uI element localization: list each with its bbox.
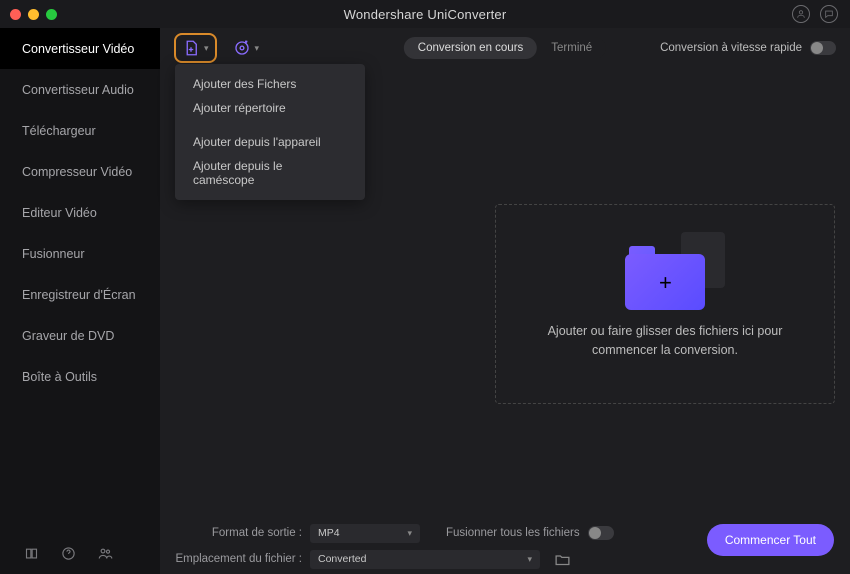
chevron-down-icon: ▾ bbox=[204, 43, 209, 54]
sidebar-item-video-compressor[interactable]: Compresseur Vidéo bbox=[0, 151, 160, 192]
sidebar: Convertisseur Vidéo Convertisseur Audio … bbox=[0, 28, 160, 574]
output-format-label: Format de sortie : bbox=[174, 527, 302, 539]
minimize-window[interactable] bbox=[28, 9, 39, 20]
output-format-select[interactable]: MP4 ▾ bbox=[310, 524, 420, 543]
sidebar-footer bbox=[0, 532, 160, 574]
sidebar-label: Graveur de DVD bbox=[22, 329, 114, 343]
start-all-button[interactable]: Commencer Tout bbox=[707, 524, 834, 556]
add-file-dropdown: Ajouter des Fichers Ajouter répertoire A… bbox=[175, 64, 365, 200]
app-title: Wondershare UniConverter bbox=[344, 7, 507, 22]
merge-label: Fusionner tous les fichiers bbox=[446, 527, 580, 539]
chevron-down-icon: ▾ bbox=[255, 43, 260, 54]
chevron-down-icon: ▾ bbox=[407, 528, 412, 539]
high-speed-toggle[interactable] bbox=[810, 41, 836, 55]
output-location-label: Emplacement du fichier : bbox=[174, 553, 302, 565]
sidebar-item-audio-converter[interactable]: Convertisseur Audio bbox=[0, 69, 160, 110]
titlebar: Wondershare UniConverter bbox=[0, 0, 850, 28]
dropdown-item-from-camcorder[interactable]: Ajouter depuis le caméscope bbox=[175, 154, 365, 192]
disc-add-icon bbox=[233, 39, 251, 57]
close-window[interactable] bbox=[10, 9, 21, 20]
sidebar-label: Téléchargeur bbox=[22, 124, 96, 138]
account-icon[interactable] bbox=[792, 5, 810, 23]
output-location-select[interactable]: Converted ▾ bbox=[310, 550, 540, 569]
book-icon[interactable] bbox=[24, 546, 39, 561]
sidebar-label: Convertisseur Audio bbox=[22, 83, 134, 97]
sidebar-label: Fusionneur bbox=[22, 247, 85, 261]
dropzone[interactable]: + Ajouter ou faire glisser des fichiers … bbox=[495, 204, 835, 404]
open-folder-icon[interactable] bbox=[554, 551, 571, 568]
sidebar-item-video-editor[interactable]: Editeur Vidéo bbox=[0, 192, 160, 233]
file-add-icon bbox=[182, 39, 200, 57]
sidebar-item-downloader[interactable]: Téléchargeur bbox=[0, 110, 160, 151]
high-speed-row: Conversion à vitesse rapide bbox=[660, 41, 836, 55]
sidebar-label: Convertisseur Vidéo bbox=[22, 42, 134, 56]
sidebar-label: Boîte à Outils bbox=[22, 370, 97, 384]
add-file-button[interactable]: ▾ bbox=[174, 33, 217, 63]
help-icon[interactable] bbox=[61, 546, 76, 561]
maximize-window[interactable] bbox=[46, 9, 57, 20]
merge-row: Fusionner tous les fichiers bbox=[446, 526, 614, 540]
tab-converting[interactable]: Conversion en cours bbox=[404, 37, 537, 59]
dropdown-item-add-folder[interactable]: Ajouter répertoire bbox=[175, 96, 365, 120]
sidebar-label: Editeur Vidéo bbox=[22, 206, 97, 220]
window-controls bbox=[10, 9, 57, 20]
sidebar-item-merger[interactable]: Fusionneur bbox=[0, 233, 160, 274]
plus-icon: + bbox=[659, 270, 672, 296]
sidebar-item-dvd-burner[interactable]: Graveur de DVD bbox=[0, 315, 160, 356]
output-location-value: Converted bbox=[318, 553, 366, 565]
high-speed-label: Conversion à vitesse rapide bbox=[660, 42, 802, 54]
sidebar-item-screen-recorder[interactable]: Enregistreur d'Écran bbox=[0, 274, 160, 315]
output-format-value: MP4 bbox=[318, 527, 340, 539]
add-disc-button[interactable]: ▾ bbox=[227, 35, 266, 61]
folder-icon: + bbox=[625, 248, 705, 308]
bottombar: Format de sortie : MP4 ▾ Fusionner tous … bbox=[160, 512, 850, 574]
merge-toggle[interactable] bbox=[588, 526, 614, 540]
chevron-down-icon: ▾ bbox=[527, 554, 532, 565]
sidebar-label: Enregistreur d'Écran bbox=[22, 288, 136, 302]
dropdown-item-add-files[interactable]: Ajouter des Fichers bbox=[175, 72, 365, 96]
dropdown-item-from-device[interactable]: Ajouter depuis l'appareil bbox=[175, 130, 365, 154]
chat-icon[interactable] bbox=[820, 5, 838, 23]
sidebar-label: Compresseur Vidéo bbox=[22, 165, 132, 179]
sidebar-item-toolbox[interactable]: Boîte à Outils bbox=[0, 356, 160, 397]
people-icon[interactable] bbox=[98, 546, 113, 561]
sidebar-item-video-converter[interactable]: Convertisseur Vidéo bbox=[0, 28, 160, 69]
status-tabs: Conversion en cours Terminé bbox=[404, 37, 606, 59]
dropzone-text: Ajouter ou faire glisser des fichiers ic… bbox=[496, 322, 834, 360]
toolbar: ▾ ▾ Conversion en cours Terminé Conversi… bbox=[160, 28, 850, 68]
tab-done[interactable]: Terminé bbox=[537, 37, 606, 59]
